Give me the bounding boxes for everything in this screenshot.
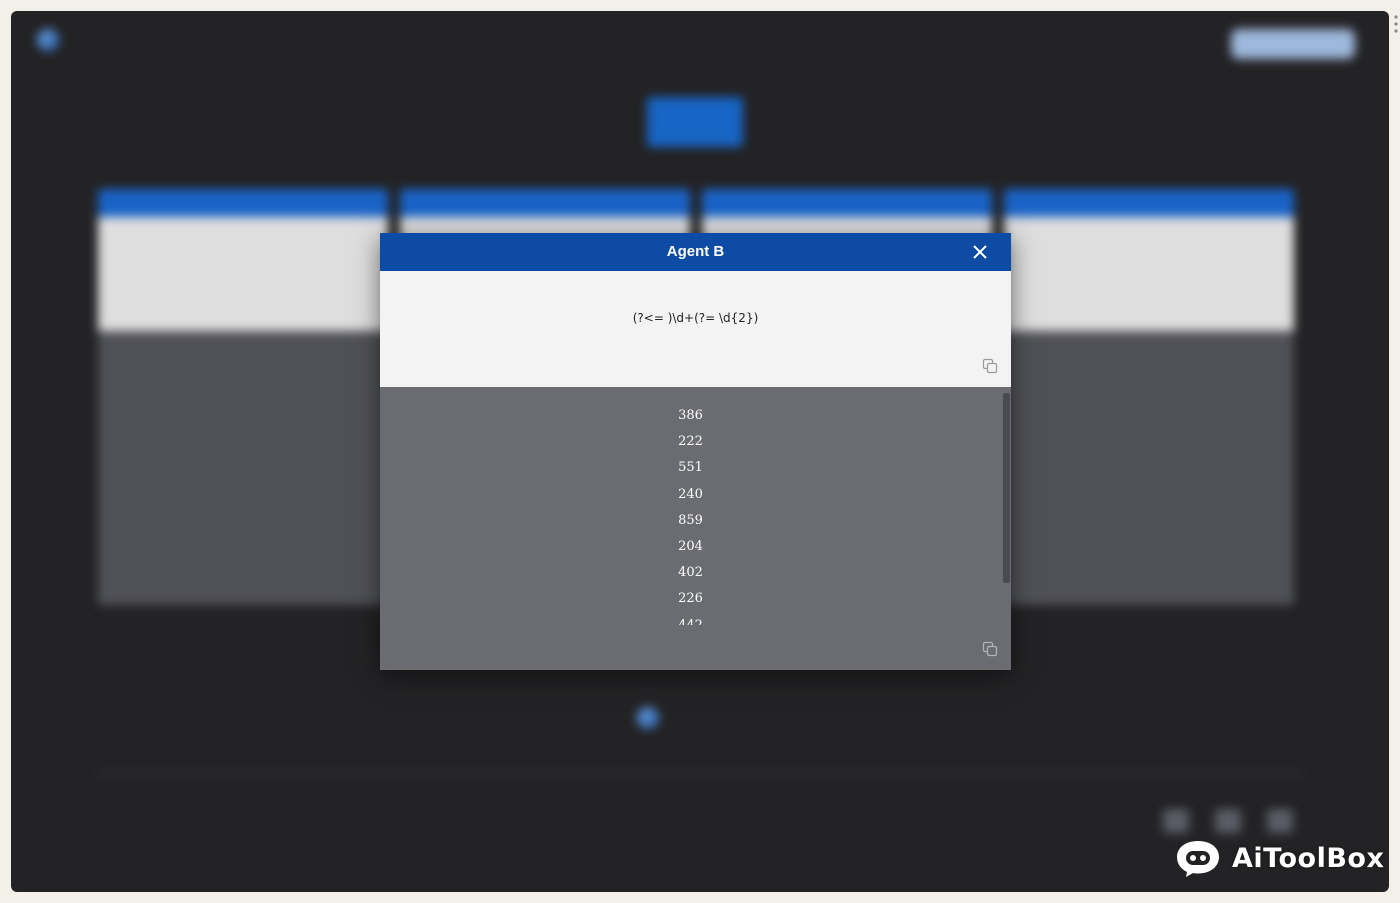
header-logo <box>37 29 59 51</box>
footer-logo <box>637 707 659 729</box>
match-result-item: 226 <box>678 591 703 607</box>
copy-results-icon[interactable] <box>981 640 999 658</box>
run-button <box>647 97 743 147</box>
aitoolbox-logo-icon <box>1177 841 1219 877</box>
match-result-item: 402 <box>678 565 703 581</box>
social-icon <box>1267 809 1293 833</box>
regex-pattern: (?<= )\d+(?= \d{2}) <box>632 311 759 325</box>
footer-divider <box>97 773 1303 775</box>
match-result-item: 222 <box>678 434 703 450</box>
regex-pattern-panel: (?<= )\d+(?= \d{2}) <box>380 271 1011 387</box>
social-icon <box>1163 809 1189 833</box>
watermark: AiToolBox <box>1174 838 1384 878</box>
more-options-icon[interactable] <box>1394 14 1398 34</box>
close-icon[interactable] <box>971 243 989 261</box>
match-results-panel: 386 222 551 240 859 204 402 226 442 <box>380 387 1011 670</box>
modal-header: Agent B <box>380 233 1011 271</box>
agent-modal: Agent B (?<= )\d+(?= \d{2}) 386 222 551 240… <box>380 233 1011 670</box>
watermark-text: AiToolBox <box>1232 842 1385 874</box>
app-window: Agent B (?<= )\d+(?= \d{2}) 386 222 551 240… <box>11 11 1389 892</box>
match-result-item: 859 <box>678 512 703 528</box>
logo-mark-icon <box>37 29 59 51</box>
results-scrollbar[interactable] <box>1003 393 1010 583</box>
match-results-list[interactable]: 386 222 551 240 859 204 402 226 442 <box>380 403 1001 625</box>
match-result-item: 386 <box>678 408 703 423</box>
match-result-item: 551 <box>678 460 703 476</box>
match-result-item: 204 <box>678 538 703 554</box>
sign-in-button <box>1231 29 1355 59</box>
agent-card <box>98 189 388 605</box>
logo-mark-icon <box>637 707 659 729</box>
copy-pattern-icon[interactable] <box>981 357 999 375</box>
match-result-item: 442 <box>678 617 703 626</box>
twitter-icon <box>1215 809 1241 833</box>
modal-title: Agent B <box>666 243 725 260</box>
agent-card <box>1004 189 1294 605</box>
match-result-item: 240 <box>678 486 703 502</box>
